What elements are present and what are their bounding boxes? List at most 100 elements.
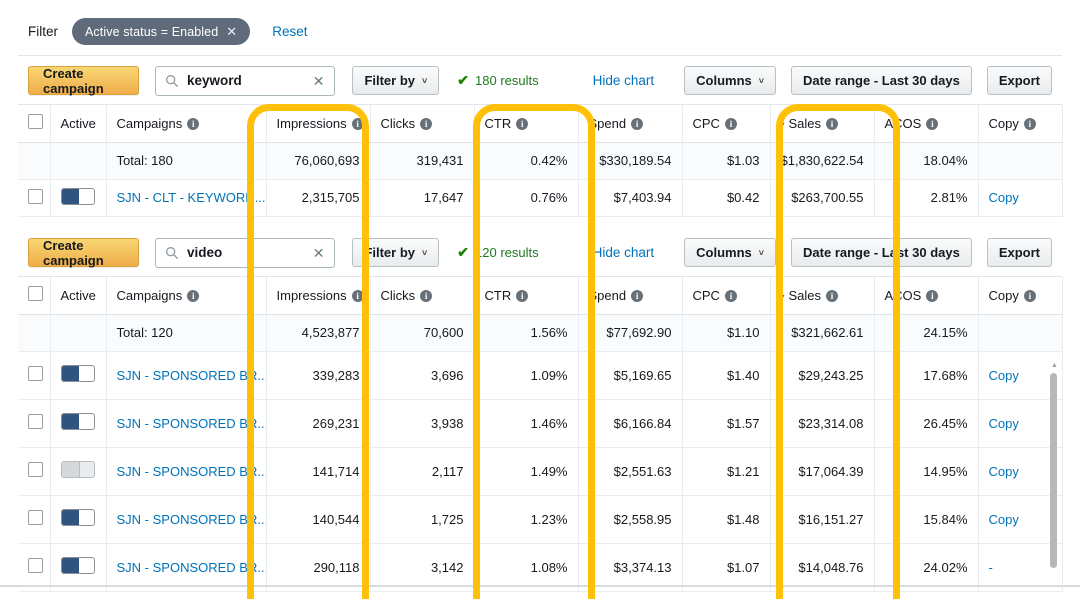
row-active-cell[interactable] [50,447,107,496]
info-icon[interactable]: i [420,118,433,131]
row-select-cell[interactable] [18,399,51,448]
column-header-acos[interactable]: ACOS i [874,105,979,143]
column-header-copy[interactable]: Copy i [978,277,1063,315]
row-campaign-cell[interactable]: SJN - SPONSORED BR... [106,399,267,448]
row-copy-cell[interactable]: Copy [978,179,1063,217]
campaign-link[interactable]: SJN - SPONSORED BR... [117,512,266,527]
select-all-cell[interactable] [18,105,51,143]
info-icon[interactable]: i [516,290,529,303]
column-header-ctr[interactable]: CTR i [474,105,579,143]
column-header-campaigns[interactable]: Campaigns i [106,105,267,143]
info-icon[interactable]: i [826,118,839,131]
row-select-cell[interactable] [18,179,51,217]
column-header-copy[interactable]: Copy i [978,105,1063,143]
row-checkbox[interactable] [28,414,43,429]
row-select-cell[interactable] [18,495,51,544]
filter-by-button[interactable]: Filter by ˅ [352,66,440,95]
clear-search-icon[interactable]: ✕ [313,246,325,260]
search-input[interactable]: keyword ✕ [154,65,336,96]
create-campaign-button[interactable]: Create campaign [28,238,139,268]
export-button[interactable]: Export [986,66,1052,95]
campaign-link[interactable]: SJN - CLT - KEYWORD... [117,190,266,205]
campaign-link[interactable]: SJN - SPONSORED BR... [117,464,266,479]
info-icon[interactable]: i [351,290,364,303]
columns-button[interactable]: Columns ˅ [684,238,777,267]
row-active-cell[interactable] [50,495,107,544]
copy-link[interactable]: Copy [989,512,1019,527]
row-checkbox[interactable] [28,510,43,525]
row-active-cell[interactable] [50,351,107,400]
copy-link[interactable]: Copy [989,190,1019,205]
info-icon[interactable]: i [187,290,200,303]
row-select-cell[interactable] [18,447,51,496]
hide-chart-link[interactable]: Hide chart [593,73,655,88]
row-checkbox[interactable] [28,188,43,204]
column-header-campaigns[interactable]: Campaigns i [106,277,267,315]
info-icon[interactable]: i [1023,118,1036,131]
column-header-ctr[interactable]: CTR i [474,277,579,315]
info-icon[interactable]: i [724,290,737,303]
info-icon[interactable]: i [826,290,839,303]
column-header-impressions[interactable]: Impressions i [266,277,371,315]
date-range-button[interactable]: Date range - Last 30 days [791,66,972,95]
column-header-cpc[interactable]: CPC i [682,277,771,315]
create-campaign-button[interactable]: Create campaign [28,66,139,96]
column-header-cpc[interactable]: CPC i [682,105,771,143]
campaign-link[interactable]: SJN - SPONSORED BR... [117,416,266,431]
row-select-cell[interactable] [18,351,51,400]
row-select-cell[interactable] [18,543,51,592]
export-button[interactable]: Export [986,238,1052,267]
copy-link[interactable]: Copy [989,368,1019,383]
row-campaign-cell[interactable]: SJN - SPONSORED BR... [106,495,267,544]
copy-link[interactable]: - [989,560,993,575]
column-header-active[interactable]: Active [50,105,107,143]
row-checkbox[interactable] [28,558,43,573]
select-all-checkbox[interactable] [28,114,43,130]
columns-button[interactable]: Columns ˅ [684,66,777,95]
active-toggle[interactable] [61,557,95,574]
info-icon[interactable]: i [631,290,644,303]
close-icon[interactable]: ✕ [226,25,237,38]
column-header-impressions[interactable]: Impressions i [266,105,371,143]
copy-link[interactable]: Copy [989,464,1019,479]
column-header-sales[interactable]: ▾ Sales i [770,277,875,315]
column-header-spend[interactable]: Spend i [578,277,683,315]
column-header-spend[interactable]: Spend i [578,105,683,143]
active-toggle[interactable] [61,461,95,478]
clear-search-icon[interactable]: ✕ [313,74,325,88]
info-icon[interactable]: i [926,290,939,303]
row-active-cell[interactable] [50,399,107,448]
active-toggle[interactable] [61,365,95,382]
select-all-cell[interactable] [18,277,51,315]
info-icon[interactable]: i [1023,290,1036,303]
row-campaign-cell[interactable]: SJN - SPONSORED BR... [106,447,267,496]
row-checkbox[interactable] [28,462,43,477]
row-active-cell[interactable] [50,543,107,592]
filter-chip-active-status[interactable]: Active status = Enabled ✕ [72,18,251,45]
row-campaign-cell[interactable]: SJN - CLT - KEYWORD... [106,179,267,217]
active-toggle[interactable] [61,413,95,430]
select-all-checkbox[interactable] [28,286,43,302]
row-active-cell[interactable] [50,179,107,217]
info-icon[interactable]: i [631,118,644,131]
column-header-sales[interactable]: ▾ Sales i [770,105,875,143]
campaign-link[interactable]: SJN - SPONSORED BR... [117,560,266,575]
scroll-up-arrow-icon[interactable]: ▲ [1051,362,1058,369]
date-range-button[interactable]: Date range - Last 30 days [791,238,972,267]
info-icon[interactable]: i [724,118,737,131]
info-icon[interactable]: i [516,118,529,131]
info-icon[interactable]: i [351,118,364,131]
copy-link[interactable]: Copy [989,416,1019,431]
info-icon[interactable]: i [420,290,433,303]
info-icon[interactable]: i [926,118,939,131]
vertical-scrollbar-thumb[interactable] [1050,373,1057,568]
column-header-acos[interactable]: ACOS i [874,277,979,315]
row-campaign-cell[interactable]: SJN - SPONSORED BR... [106,351,267,400]
hide-chart-link[interactable]: Hide chart [593,245,655,260]
info-icon[interactable]: i [187,118,200,131]
filter-by-button[interactable]: Filter by ˅ [352,238,440,267]
column-header-clicks[interactable]: Clicks i [370,105,475,143]
column-header-active[interactable]: Active [50,277,107,315]
row-checkbox[interactable] [28,366,43,381]
active-toggle[interactable] [61,187,95,205]
